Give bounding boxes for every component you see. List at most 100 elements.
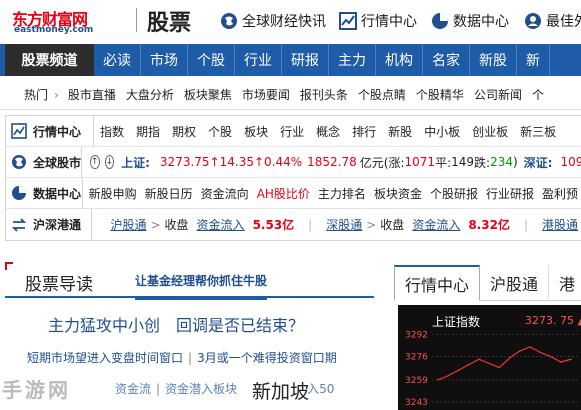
top-header: 东方财富网 eastmoney.com 股票 全球财经快讯 行情中心 数据中心 … bbox=[0, 0, 581, 40]
data-link[interactable]: 盈利预 bbox=[538, 185, 581, 202]
market-link[interactable]: 指数 bbox=[94, 123, 130, 140]
main-nav: 股票频道 必读 市场 个股 行业 研报 主力 机构 名家 新股 新 bbox=[0, 44, 581, 76]
subnav-item[interactable]: 板块聚焦 bbox=[179, 86, 237, 103]
capital-inflow-link[interactable]: 资金流入 bbox=[408, 216, 464, 233]
market-link[interactable]: 新股 bbox=[382, 123, 418, 140]
fund-manager-tab[interactable]: 让基金经理帮你抓住牛股 bbox=[135, 272, 268, 300]
nav-item-experts[interactable]: 名家 bbox=[423, 44, 470, 76]
market-link[interactable]: 新三板 bbox=[514, 123, 562, 140]
market-link[interactable]: 中小板 bbox=[418, 123, 466, 140]
market-link[interactable]: 创业板 bbox=[466, 123, 514, 140]
data-link[interactable]: 行业研报 bbox=[482, 185, 538, 202]
y-tick-label: 3276 bbox=[405, 353, 428, 363]
person-icon bbox=[525, 13, 541, 29]
nav-item-main-force[interactable]: 主力 bbox=[329, 44, 376, 76]
subnav-item[interactable]: 市场要闻 bbox=[237, 86, 295, 103]
tab-market-center[interactable]: 行情中心 bbox=[394, 265, 481, 301]
sub-headline-link[interactable]: 入50 bbox=[307, 382, 334, 396]
subnav-item[interactable]: 个股点睛 bbox=[353, 86, 411, 103]
data-link[interactable]: 个股研报 bbox=[426, 185, 482, 202]
market-link[interactable]: 排行 bbox=[346, 123, 382, 140]
market-link[interactable]: 概念 bbox=[310, 123, 346, 140]
data-link[interactable]: 主力排名 bbox=[314, 185, 370, 202]
index-point bbox=[508, 357, 511, 359]
overlay-city-text: 新加坡 bbox=[252, 381, 310, 403]
data-center-header[interactable]: 数据中心 bbox=[6, 177, 83, 209]
data-link[interactable]: 新股申购 bbox=[83, 185, 141, 202]
index-point bbox=[498, 366, 501, 369]
subnav-item[interactable]: 大盘分析 bbox=[121, 86, 179, 103]
capital-inflow-link[interactable]: 资金流入 bbox=[193, 216, 249, 233]
subnav-item[interactable]: 个 bbox=[527, 86, 549, 103]
global-news-link[interactable]: 全球财经快讯 bbox=[220, 11, 326, 31]
tab-hk[interactable]: 港 bbox=[549, 265, 581, 301]
nav-item-stocks[interactable]: 个股 bbox=[188, 44, 235, 76]
data-link[interactable]: 板块资金 bbox=[370, 185, 426, 202]
chart-value-number: 3273. 75 bbox=[525, 314, 574, 327]
data-link[interactable]: 新股日历 bbox=[141, 185, 197, 202]
fall-label: 跌: bbox=[474, 155, 491, 170]
chart-value: 3273. 75 ▲4 bbox=[525, 314, 581, 327]
sub-headline-link[interactable]: 资金潜入板块 bbox=[165, 382, 237, 396]
market-link[interactable]: 个股 bbox=[202, 123, 238, 140]
divider: | bbox=[156, 382, 161, 396]
row-label: 数据中心 bbox=[33, 186, 82, 201]
headline-link[interactable]: 主力猛攻中小创 回调是否已结束？ bbox=[48, 312, 304, 336]
sz-index-label[interactable]: 深证: bbox=[524, 154, 553, 171]
chart-title: 上证指数 bbox=[432, 315, 481, 329]
data-center-row: 数据中心 新股申购 新股日历 资金流向 AH股比价 主力排名 板块资金 个股研报… bbox=[6, 177, 581, 209]
market-center-link[interactable]: 行情中心 bbox=[339, 11, 417, 31]
sub-headline-link[interactable]: 3月或一个难得投资窗口期 bbox=[197, 351, 337, 365]
subnav-item[interactable]: 股市直播 bbox=[63, 86, 121, 103]
sub-headline-link[interactable]: 短期市场望进入变盘时间窗口 bbox=[27, 351, 183, 365]
rise-label: (涨: bbox=[383, 155, 405, 170]
market-tabs: 行情中心 沪股通 港 bbox=[394, 265, 581, 301]
close-paren: ) bbox=[512, 155, 518, 169]
market-link[interactable]: 行业 bbox=[274, 123, 310, 140]
line-chart-icon bbox=[11, 123, 27, 139]
stock-guide-title: 股票导读 bbox=[25, 275, 93, 295]
sz-index-price: 109 bbox=[560, 155, 581, 169]
data-center-link[interactable]: 数据中心 bbox=[431, 11, 509, 31]
subnav-item[interactable]: 个股精华 bbox=[411, 86, 469, 103]
index-point bbox=[570, 358, 572, 361]
tab-hgt[interactable]: 沪股通 bbox=[480, 265, 550, 301]
rise-count: 1071 bbox=[404, 155, 436, 169]
market-link[interactable]: 板块 bbox=[238, 123, 274, 140]
row-label: 全球股市 bbox=[33, 155, 82, 170]
nav-item-institution[interactable]: 机构 bbox=[376, 44, 423, 76]
nav-item-research[interactable]: 研报 bbox=[282, 44, 329, 76]
stock-channel-button[interactable]: 股票频道 bbox=[5, 44, 94, 76]
y-tick-label: 3292 bbox=[405, 331, 428, 341]
market-link[interactable]: 期指 bbox=[130, 123, 166, 140]
nav-item-more[interactable]: 新 bbox=[517, 44, 550, 76]
nav-item-industry[interactable]: 行业 bbox=[235, 44, 282, 76]
subnav-item[interactable]: 公司新闻 bbox=[469, 86, 527, 103]
arrow-down-icon[interactable]: ↓ bbox=[104, 155, 115, 169]
ah-compare-link[interactable]: AH股比价 bbox=[253, 185, 314, 202]
logo-divider bbox=[136, 8, 137, 32]
market-link[interactable]: 期权 bbox=[166, 123, 202, 140]
ggt-link[interactable]: 港股通 bbox=[538, 216, 581, 233]
hgt-link[interactable]: 沪股通 bbox=[92, 216, 150, 233]
nav-item-market[interactable]: 市场 bbox=[141, 44, 188, 76]
nav-item-must-read[interactable]: 必读 bbox=[94, 44, 141, 76]
eastmoney-logo[interactable]: 东方财富网 eastmoney.com bbox=[12, 6, 128, 36]
global-stocks-header[interactable]: 全球股市 bbox=[6, 146, 83, 178]
globe-icon bbox=[221, 13, 237, 29]
sgt-link[interactable]: 深股通 bbox=[322, 216, 366, 233]
up-arrow-icon: ↑ bbox=[253, 155, 265, 169]
best-link[interactable]: 最佳外 bbox=[524, 11, 581, 31]
sub-nav: 热门 › 股市直播 大盘分析 板块聚焦 市场要闻 报刊头条 个股点睛 个股精华 … bbox=[0, 80, 581, 110]
hk-connect-header[interactable]: 沪深港通 bbox=[6, 209, 93, 240]
flat-count: 149 bbox=[451, 155, 475, 169]
arrow-up-icon[interactable]: ↑ bbox=[90, 155, 100, 169]
sh-index-label[interactable]: 上证: bbox=[121, 154, 150, 171]
index-point bbox=[447, 374, 450, 377]
globe-icon bbox=[12, 155, 26, 169]
nav-item-new-stocks[interactable]: 新股 bbox=[470, 44, 517, 76]
subnav-item[interactable]: 报刊头条 bbox=[295, 86, 353, 103]
data-link[interactable]: 资金流向 bbox=[197, 185, 253, 202]
market-center-header[interactable]: 行情中心 bbox=[6, 115, 94, 147]
sub-headline-link[interactable]: 资金流 bbox=[115, 382, 151, 396]
